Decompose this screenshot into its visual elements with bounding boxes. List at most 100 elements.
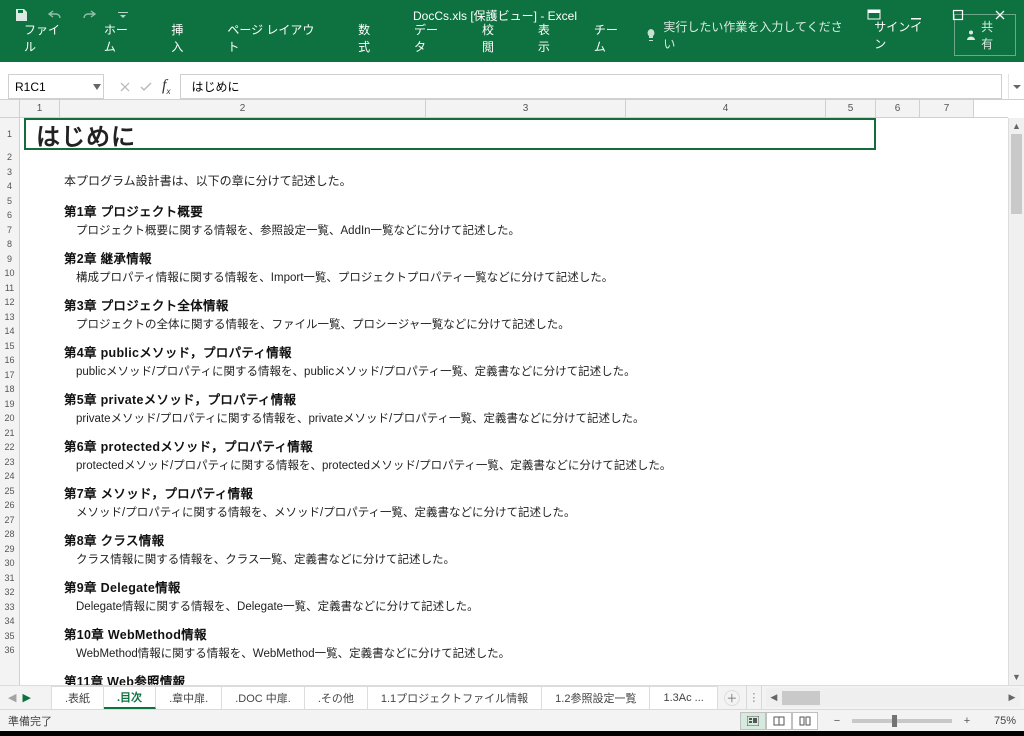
- scroll-right-arrow-icon[interactable]: ▶: [1004, 692, 1020, 703]
- redo-button[interactable]: [76, 2, 102, 28]
- cancel-formula-button[interactable]: [120, 82, 130, 92]
- fx-icon[interactable]: fx: [162, 77, 170, 96]
- cells-viewport[interactable]: はじめに 本プログラム設計書は、以下の章に分けて記述した。 第1章 プロジェクト…: [20, 118, 1008, 685]
- row-header[interactable]: 6: [0, 208, 19, 223]
- sheet-tab[interactable]: 1.1プロジェクトファイル情報: [368, 686, 542, 709]
- column-header[interactable]: 7: [920, 100, 974, 117]
- tab-scroll-right-button[interactable]: ▶: [22, 691, 30, 704]
- zoom-slider[interactable]: [852, 719, 952, 723]
- sheet-tab[interactable]: .表紙: [51, 686, 104, 709]
- ribbon-tab[interactable]: 挿入: [155, 14, 211, 62]
- row-header[interactable]: 29: [0, 542, 19, 557]
- zoom-out-button[interactable]: −: [830, 715, 844, 727]
- scroll-down-arrow-icon[interactable]: ▼: [1009, 669, 1024, 685]
- column-header[interactable]: 2: [60, 100, 426, 117]
- row-header[interactable]: 35: [0, 629, 19, 644]
- row-header[interactable]: 2: [0, 150, 19, 165]
- horizontal-scrollbar[interactable]: ◀ ▶: [766, 688, 1020, 707]
- sheet-tab[interactable]: .目次: [104, 686, 156, 709]
- vertical-scrollbar[interactable]: ▲ ▼: [1008, 118, 1024, 685]
- column-header[interactable]: 1: [20, 100, 60, 117]
- row-header[interactable]: 26: [0, 498, 19, 513]
- ribbon-tab[interactable]: 校閲: [466, 14, 522, 62]
- scroll-left-arrow-icon[interactable]: ◀: [766, 692, 782, 703]
- row-header[interactable]: 30: [0, 556, 19, 571]
- hscroll-thumb[interactable]: [782, 691, 820, 705]
- column-header[interactable]: 4: [626, 100, 826, 117]
- formula-input[interactable]: はじめに: [180, 74, 1002, 99]
- page-break-view-button[interactable]: [792, 712, 818, 730]
- chapter-block: 第10章 WebMethod情報WebMethod情報に関する情報を、WebMe…: [64, 628, 968, 661]
- row-header[interactable]: 3: [0, 165, 19, 180]
- tell-me-search[interactable]: 実行したい作業を入力してください: [645, 18, 854, 52]
- row-header[interactable]: 21: [0, 426, 19, 441]
- sheet-tab[interactable]: .DOC 中扉.: [222, 686, 305, 709]
- row-header[interactable]: 32: [0, 585, 19, 600]
- row-header[interactable]: 14: [0, 324, 19, 339]
- row-header[interactable]: 22: [0, 440, 19, 455]
- expand-formula-bar-button[interactable]: [1008, 74, 1024, 99]
- sign-in-button[interactable]: サインイン: [864, 18, 944, 52]
- row-header[interactable]: 18: [0, 382, 19, 397]
- row-header[interactable]: 33: [0, 600, 19, 615]
- row-header[interactable]: 36: [0, 643, 19, 658]
- row-header[interactable]: 7: [0, 223, 19, 238]
- row-header[interactable]: 20: [0, 411, 19, 426]
- name-box[interactable]: R1C1: [8, 74, 104, 99]
- ribbon-tab[interactable]: チーム: [578, 14, 646, 62]
- row-header[interactable]: 28: [0, 527, 19, 542]
- row-header[interactable]: 12: [0, 295, 19, 310]
- save-button[interactable]: [8, 2, 34, 28]
- row-header[interactable]: 10: [0, 266, 19, 281]
- zoom-in-button[interactable]: +: [960, 715, 974, 727]
- sheet-tab[interactable]: 1.2参照設定一覧: [542, 686, 650, 709]
- qat-customize-button[interactable]: [110, 2, 136, 28]
- row-header[interactable]: 13: [0, 310, 19, 325]
- page-layout-view-button[interactable]: [766, 712, 792, 730]
- ribbon-tab[interactable]: 表示: [522, 14, 578, 62]
- select-all-corner[interactable]: [0, 100, 20, 118]
- zoom-percent[interactable]: 75%: [982, 715, 1016, 727]
- row-header[interactable]: 11: [0, 281, 19, 296]
- zoom-slider-knob[interactable]: [892, 715, 897, 727]
- ribbon-tab[interactable]: ページ レイアウト: [211, 14, 342, 62]
- column-headers[interactable]: 1234567: [20, 100, 1008, 118]
- row-header[interactable]: 27: [0, 513, 19, 528]
- row-header[interactable]: 9: [0, 252, 19, 267]
- ribbon-tab[interactable]: データ: [398, 14, 466, 62]
- column-header[interactable]: 5: [826, 100, 876, 117]
- row-header[interactable]: 17: [0, 368, 19, 383]
- scroll-up-arrow-icon[interactable]: ▲: [1009, 118, 1024, 134]
- document-body: 本プログラム設計書は、以下の章に分けて記述した。 第1章 プロジェクト概要プロジ…: [64, 174, 968, 685]
- row-header[interactable]: 16: [0, 353, 19, 368]
- tab-splitter[interactable]: ⋮: [746, 686, 762, 709]
- row-header[interactable]: 23: [0, 455, 19, 470]
- column-header[interactable]: 6: [876, 100, 920, 117]
- row-header[interactable]: 24: [0, 469, 19, 484]
- sheet-tab[interactable]: .その他: [305, 686, 368, 709]
- row-header[interactable]: 15: [0, 339, 19, 354]
- sheet-tab[interactable]: 1.3Ac ...: [650, 686, 717, 709]
- row-header[interactable]: 34: [0, 614, 19, 629]
- row-headers[interactable]: 1234567891011121314151617181920212223242…: [0, 118, 20, 685]
- row-header[interactable]: 8: [0, 237, 19, 252]
- accept-formula-button[interactable]: [140, 82, 152, 92]
- sheet-tab[interactable]: .章中扉.: [156, 686, 222, 709]
- tab-scroll-left-button[interactable]: ◀: [8, 691, 16, 704]
- row-header[interactable]: 25: [0, 484, 19, 499]
- row-header[interactable]: 4: [0, 179, 19, 194]
- worksheet-area[interactable]: 1234567 12345678910111213141516171819202…: [0, 100, 1024, 685]
- undo-button[interactable]: [42, 2, 68, 28]
- active-cell[interactable]: はじめに: [24, 118, 876, 150]
- scrollbar-thumb[interactable]: [1011, 134, 1022, 214]
- add-sheet-button[interactable]: ＋: [724, 690, 740, 706]
- column-header[interactable]: 3: [426, 100, 626, 117]
- chevron-down-icon[interactable]: [93, 84, 101, 90]
- row-header[interactable]: 5: [0, 194, 19, 209]
- row-header[interactable]: 31: [0, 571, 19, 586]
- row-header[interactable]: 19: [0, 397, 19, 412]
- ribbon-tab[interactable]: 数式: [342, 14, 398, 62]
- normal-view-button[interactable]: [740, 712, 766, 730]
- row-header[interactable]: 1: [0, 118, 19, 150]
- share-button[interactable]: 共有: [954, 14, 1016, 56]
